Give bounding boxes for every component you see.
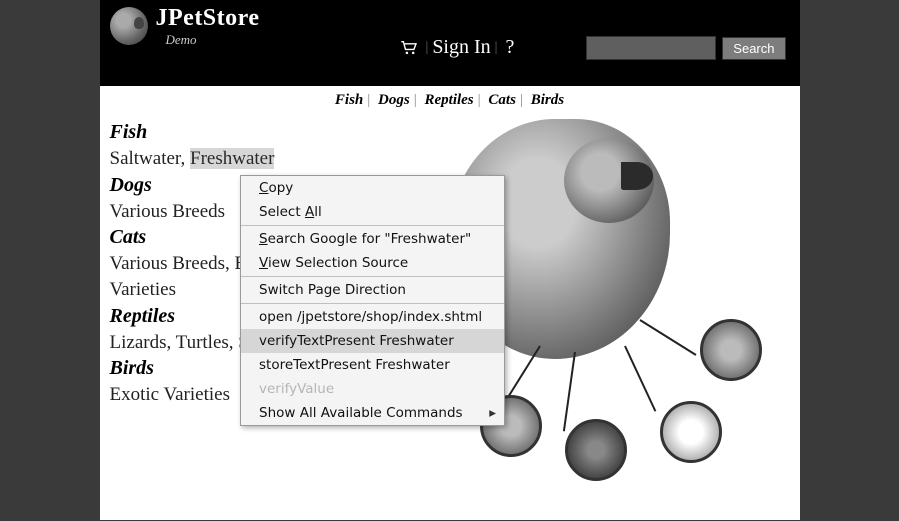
brand-text: JPetStore Demo <box>156 5 260 48</box>
ctx-copy[interactable]: Copy <box>241 176 504 200</box>
catbar-cats[interactable]: Cats <box>488 92 516 108</box>
catbar-birds[interactable]: Birds <box>531 92 564 108</box>
thumb-reptile-icon[interactable] <box>565 419 627 481</box>
catbar-dogs[interactable]: Dogs <box>378 92 410 108</box>
header-links: | Sign In | ? <box>400 36 515 59</box>
header-bar: JPetStore Demo | Sign In | ? Search <box>100 0 800 86</box>
search-input[interactable] <box>586 36 716 60</box>
cart-icon[interactable] <box>400 41 418 55</box>
ctx-selenium-verify-value: verifyValue <box>241 377 504 401</box>
ctx-search-google[interactable]: Search Google for "Freshwater" <box>241 227 504 251</box>
sidebar-fish-sub: Saltwater, Freshwater <box>110 146 350 172</box>
ctx-selenium-show-all[interactable]: Show All Available Commands <box>241 401 504 425</box>
ctx-selenium-verify-text[interactable]: verifyTextPresent Freshwater <box>241 329 504 353</box>
thumb-parrot-icon[interactable] <box>700 319 762 381</box>
sidebar-fish-freshwater[interactable]: Freshwater <box>190 148 274 169</box>
category-bar: Fish| Dogs| Reptiles| Cats| Birds <box>100 86 800 115</box>
search-button[interactable]: Search <box>722 37 785 60</box>
ctx-switch-direction[interactable]: Switch Page Direction <box>241 278 504 302</box>
thumb-cat-icon[interactable] <box>660 401 722 463</box>
logo-block: JPetStore Demo <box>110 5 260 48</box>
brand-title: JPetStore <box>156 5 260 32</box>
signin-link[interactable]: Sign In <box>432 36 490 59</box>
ctx-selenium-store-text[interactable]: storeTextPresent Freshwater <box>241 353 504 377</box>
separator: | <box>426 40 429 56</box>
catbar-fish[interactable]: Fish <box>335 92 363 108</box>
help-link[interactable]: ? <box>505 36 514 59</box>
separator: | <box>495 40 498 56</box>
sidebar-fish-head[interactable]: Fish <box>110 119 350 146</box>
ctx-selenium-open[interactable]: open /jpetstore/shop/index.shtml <box>241 305 504 329</box>
catbar-reptiles[interactable]: Reptiles <box>424 92 473 108</box>
logo-icon <box>110 7 148 45</box>
ctx-view-source[interactable]: View Selection Source <box>241 251 504 275</box>
search-area: Search <box>586 36 785 60</box>
ctx-select-all[interactable]: Select All <box>241 200 504 224</box>
context-menu: Copy Select All Search Google for "Fresh… <box>240 175 505 426</box>
brand-subtitle: Demo <box>166 32 260 48</box>
sidebar-fish-saltwater[interactable]: Saltwater, <box>110 148 191 169</box>
